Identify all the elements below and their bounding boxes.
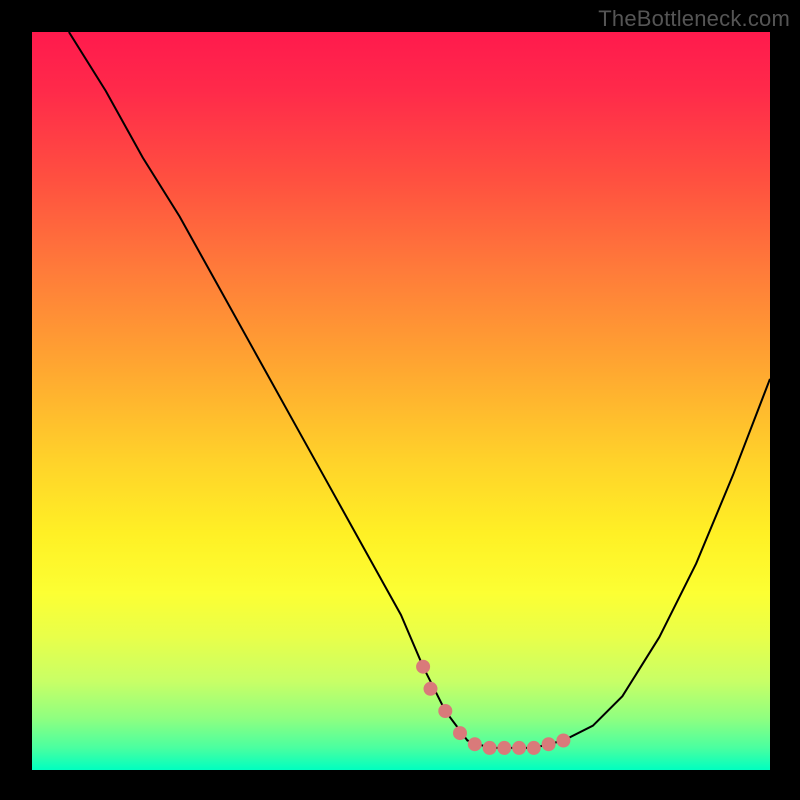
highlight-marker bbox=[542, 737, 556, 751]
highlight-marker bbox=[512, 741, 526, 755]
highlight-marker bbox=[416, 660, 430, 674]
watermark-text: TheBottleneck.com bbox=[598, 6, 790, 32]
highlight-marker bbox=[483, 741, 497, 755]
highlight-marker bbox=[424, 682, 438, 696]
bottleneck-chart bbox=[32, 32, 770, 770]
marker-group bbox=[416, 660, 570, 755]
bottleneck-curve bbox=[69, 32, 770, 748]
highlight-marker bbox=[468, 737, 482, 751]
highlight-marker bbox=[527, 741, 541, 755]
chart-plot-area bbox=[32, 32, 770, 770]
highlight-marker bbox=[453, 726, 467, 740]
highlight-marker bbox=[556, 734, 570, 748]
highlight-marker bbox=[497, 741, 511, 755]
highlight-marker bbox=[438, 704, 452, 718]
